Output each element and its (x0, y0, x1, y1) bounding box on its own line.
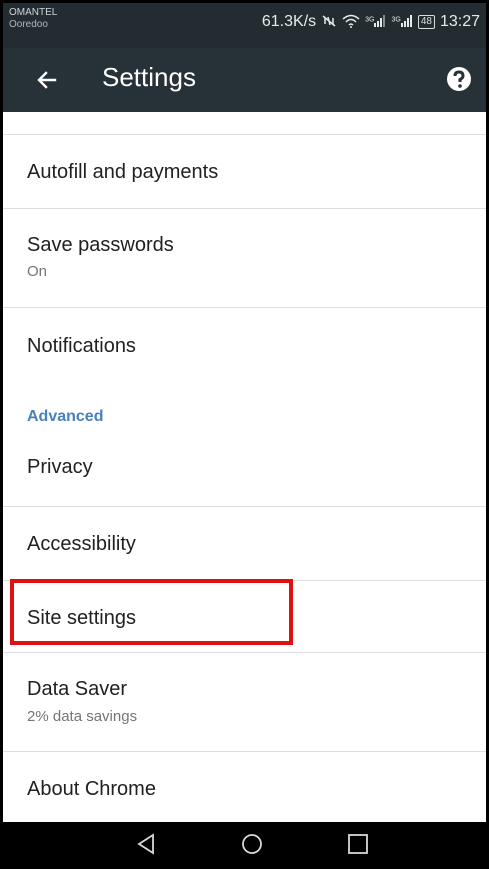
setting-about-chrome-label: About Chrome (27, 778, 156, 800)
status-bar: OMANTEL Ooredoo 61.3K/s 3G 3G 48 13:27 (3, 3, 486, 48)
setting-autofill[interactable]: Autofill and payments (3, 135, 486, 209)
signal-icon-1: 3G (365, 14, 386, 30)
home-circle-icon[interactable] (237, 829, 267, 859)
page-title: Settings (102, 62, 196, 92)
signal-2-label: 3G (391, 16, 401, 24)
clock: 13:27 (439, 13, 480, 30)
setting-data-saver-label: Data Saver (27, 678, 128, 700)
setting-notifications-label: Notifications (27, 335, 136, 357)
setting-privacy[interactable]: Privacy (3, 432, 486, 507)
navigation-bar (3, 822, 486, 866)
setting-autofill-label: Autofill and payments (27, 161, 219, 183)
list-divider-top (3, 112, 486, 135)
setting-data-saver-subtitle: 2% data savings (27, 708, 138, 725)
screen: OMANTEL Ooredoo 61.3K/s 3G 3G 48 13:27 S… (3, 3, 486, 866)
setting-about-chrome[interactable]: About Chrome (3, 752, 486, 822)
network-speed: 61.3K/s (261, 13, 317, 30)
setting-privacy-label: Privacy (27, 456, 93, 478)
setting-save-passwords-subtitle: On (27, 263, 48, 280)
highlight-box (10, 579, 293, 645)
battery-icon: 48 (417, 15, 435, 29)
recents-square-icon[interactable] (343, 829, 373, 859)
carrier-secondary: Ooredoo (9, 19, 48, 30)
signal-icon-2: 3G (391, 14, 412, 30)
setting-save-passwords-label: Save passwords (27, 234, 174, 256)
wifi-icon (342, 14, 360, 31)
setting-accessibility[interactable]: Accessibility (3, 507, 486, 581)
setting-data-saver[interactable]: Data Saver 2% data savings (3, 653, 486, 752)
setting-save-passwords[interactable]: Save passwords On (3, 209, 486, 308)
setting-accessibility-label: Accessibility (27, 533, 136, 555)
help-circle-icon[interactable] (444, 64, 474, 94)
app-bar: Settings (3, 48, 486, 112)
setting-notifications[interactable]: Notifications (3, 308, 486, 381)
back-triangle-icon[interactable] (131, 829, 161, 859)
carrier-primary: OMANTEL (9, 7, 58, 18)
arrow-left-icon[interactable] (30, 63, 64, 97)
status-indicators: 61.3K/s 3G 3G 48 13:27 (262, 13, 480, 31)
vibrate-off-icon (321, 14, 337, 31)
section-header-advanced: Advanced (27, 408, 104, 425)
signal-1-label: 3G (365, 16, 375, 24)
